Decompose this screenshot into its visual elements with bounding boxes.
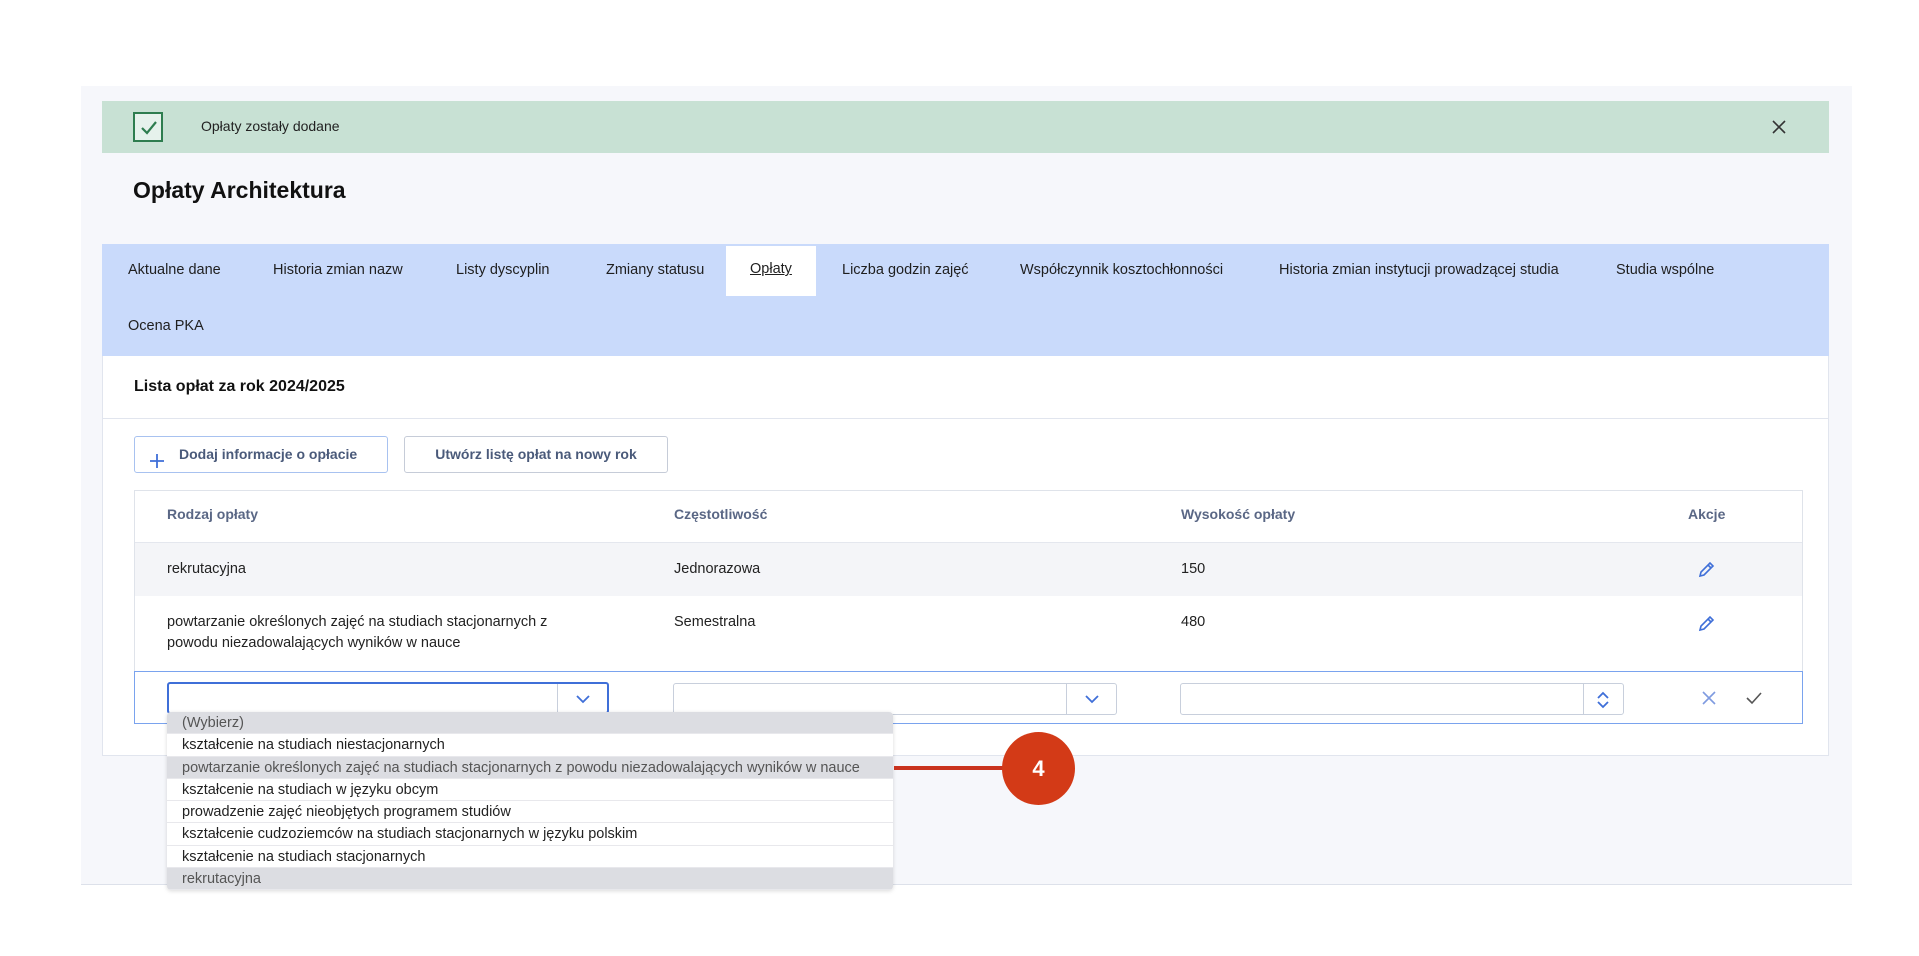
checkbox-check-icon	[133, 112, 163, 142]
row1-type: rekrutacyjna	[167, 561, 246, 577]
dropdown-option[interactable]: kształcenie na studiach w języku obcym	[167, 779, 893, 802]
dropdown-option[interactable]: (Wybierz)	[167, 712, 893, 735]
chevron-down-icon[interactable]	[557, 684, 607, 712]
plus-icon	[149, 447, 165, 468]
row1-amount: 150	[1181, 561, 1206, 577]
tab-oplaty[interactable]: Opłaty	[726, 246, 816, 296]
amount-input[interactable]	[1180, 683, 1624, 715]
row1-frequency: Jednorazowa	[674, 561, 761, 577]
tab-bar: Aktualne dane Historia zmian nazw Listy …	[102, 244, 1829, 356]
callout-line	[894, 766, 1004, 770]
cancel-x-icon[interactable]	[1700, 689, 1718, 707]
column-header-amount: Wysokość opłaty	[1181, 506, 1296, 522]
tab-zmiany-statusu[interactable]: Zmiany statusu	[606, 244, 704, 296]
section-title: Lista opłat za rok 2024/2025	[134, 378, 345, 395]
close-icon[interactable]	[1769, 117, 1789, 137]
dropdown-option[interactable]: kształcenie na studiach niestacjonarnych	[167, 734, 893, 757]
dropdown-option[interactable]: kształcenie cudzoziemców na studiach sta…	[167, 823, 893, 846]
tab-listy-dyscyplin[interactable]: Listy dyscyplin	[456, 244, 549, 296]
fee-type-dropdown: (Wybierz) kształcenie na studiach niesta…	[167, 712, 893, 890]
tab-liczba-godzin-zajec[interactable]: Liczba godzin zajęć	[842, 244, 969, 296]
column-header-type: Rodzaj opłaty	[167, 506, 259, 522]
callout-badge: 4	[1002, 732, 1075, 805]
dropdown-option[interactable]: kształcenie na studiach stacjonarnych	[167, 846, 893, 869]
tab-historia-zmian-nazw[interactable]: Historia zmian nazw	[273, 244, 403, 296]
column-header-frequency: Częstotliwość	[674, 506, 768, 522]
tab-ocena-pka[interactable]: Ocena PKA	[128, 300, 204, 352]
row2-type-line2: powodu niezadowalających wyników w nauce	[167, 635, 461, 651]
dropdown-option[interactable]: prowadzenie zajęć nieobjętych programem …	[167, 801, 893, 824]
create-new-year-list-button[interactable]: Utwórz listę opłat na nowy rok	[404, 436, 668, 473]
tab-wspolczynnik-kosztochlonnosci[interactable]: Współczynnik kosztochłonności	[1020, 244, 1223, 296]
tab-aktualne-dane[interactable]: Aktualne dane	[128, 244, 221, 296]
add-fee-button[interactable]: Dodaj informacje o opłacie	[134, 436, 388, 473]
tab-studia-wspolne[interactable]: Studia wspólne	[1616, 244, 1714, 296]
dropdown-option-highlighted[interactable]: powtarzanie określonych zajęć na studiac…	[167, 756, 893, 779]
row2-frequency: Semestralna	[674, 614, 756, 630]
row2-amount: 480	[1181, 614, 1206, 630]
dropdown-option[interactable]: rekrutacyjna	[167, 868, 893, 890]
success-alert: Opłaty zostały dodane	[102, 101, 1829, 153]
table-header	[135, 491, 1802, 543]
edit-pencil-icon[interactable]	[1697, 613, 1717, 633]
add-fee-label: Dodaj informacje o opłacie	[179, 446, 358, 462]
frequency-select[interactable]	[673, 683, 1117, 715]
alert-message: Opłaty zostały dodane	[201, 118, 340, 134]
confirm-check-icon[interactable]	[1745, 689, 1763, 707]
row2-type-line1: powtarzanie określonych zajęć na studiac…	[167, 614, 548, 630]
stepper-icon[interactable]	[1583, 684, 1623, 714]
column-header-actions: Akcje	[1688, 506, 1726, 522]
table-row	[135, 543, 1802, 596]
page-title: Opłaty Architektura	[133, 177, 346, 203]
panel-header: Lista opłat za rok 2024/2025	[103, 356, 1828, 419]
tab-historia-zmian-instytucji[interactable]: Historia zmian instytucji prowadzącej st…	[1279, 244, 1559, 296]
fee-type-select[interactable]	[167, 682, 609, 714]
chevron-down-icon[interactable]	[1066, 684, 1116, 714]
edit-pencil-icon[interactable]	[1697, 559, 1717, 579]
